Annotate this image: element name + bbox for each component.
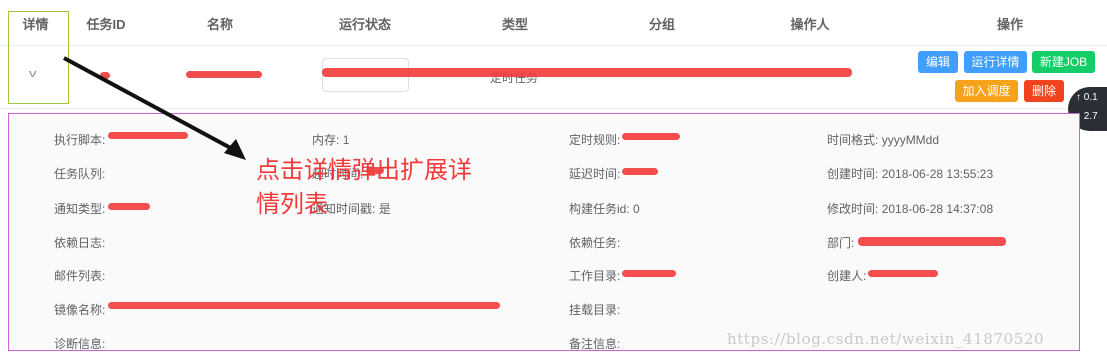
field-value: 1 <box>342 133 350 147</box>
field-label: 修改时间: <box>827 202 879 216</box>
table-header: 详情 任务ID 名称 运行状态 类型 分组 操作人 操作 <box>0 5 1107 46</box>
field-label: 诊断信息: <box>54 337 106 351</box>
delete-button[interactable]: 删除 <box>1024 80 1064 102</box>
edit-button[interactable]: 编辑 <box>918 51 958 73</box>
field-dep-log: 依赖日志: <box>54 234 105 251</box>
field-image-name: 镜像名称: <box>54 301 105 318</box>
expand-chevron-icon[interactable]: v <box>29 68 37 80</box>
redaction-mark <box>108 203 150 210</box>
field-label: 构建任务id: <box>569 202 630 216</box>
field-value: 0 <box>633 202 640 216</box>
field-modified-time: 修改时间: 2018-06-28 14:37:08 <box>827 200 993 217</box>
field-cron: 定时规则: <box>569 131 620 148</box>
redaction-mark <box>108 132 188 139</box>
field-label: 工作目录: <box>569 269 621 283</box>
field-remark: 备注信息: <box>569 335 620 352</box>
field-label: 邮件列表: <box>54 269 106 283</box>
field-label: 执行脚本: <box>54 133 106 147</box>
redaction-mark <box>858 237 1006 246</box>
col-type: 类型 <box>501 17 528 32</box>
field-notify-type: 通知类型: <box>54 200 105 217</box>
field-label: 创建人: <box>827 269 867 283</box>
up-speed: ↑ 0.1 <box>1076 92 1098 103</box>
col-group: 分组 <box>648 17 675 32</box>
field-label: 依赖任务: <box>569 236 621 250</box>
field-memory: 内存: 1 <box>312 131 349 148</box>
redaction-mark <box>622 133 680 140</box>
redaction-mark <box>108 302 500 309</box>
field-created-time: 创建时间: 2018-06-28 13:55:23 <box>827 165 993 182</box>
up-speed-value: 0.1 <box>1083 92 1098 103</box>
field-label: 备注信息: <box>569 337 621 351</box>
down-speed-value: 2.7 <box>1083 111 1098 122</box>
detail-cell-highlight <box>8 11 69 104</box>
col-status: 运行状态 <box>338 17 391 32</box>
field-label: 部门: <box>827 236 855 250</box>
field-build-task-id: 构建任务id: 0 <box>569 200 640 217</box>
field-diagnosis: 诊断信息: <box>54 335 105 352</box>
field-value: 2018-06-28 13:55:23 <box>881 167 994 181</box>
field-mount-dir: 挂载目录: <box>569 301 620 318</box>
add-schedule-button[interactable]: 加入调度 <box>955 80 1018 102</box>
field-dept: 部门: <box>827 234 854 251</box>
new-job-button[interactable]: 新建JOB <box>1032 51 1095 73</box>
field-label: 内存: <box>312 133 340 147</box>
redaction-mark <box>622 270 676 277</box>
col-operator: 操作人 <box>790 17 830 32</box>
field-value: 2018-06-28 14:37:08 <box>881 202 994 216</box>
field-mail-list: 邮件列表: <box>54 267 105 284</box>
field-queue: 任务队列: <box>54 165 105 182</box>
field-creator: 创建人: <box>827 267 866 284</box>
field-delay: 延迟时间: <box>569 165 620 182</box>
redaction-mark <box>622 168 658 175</box>
col-task-id: 任务ID <box>86 17 126 32</box>
field-label: 定时规则: <box>569 133 621 147</box>
redaction-mark <box>186 71 262 78</box>
field-label: 挂载目录: <box>569 303 621 317</box>
redaction-mark <box>100 72 110 79</box>
field-label: 依赖日志: <box>54 236 106 250</box>
run-detail-button[interactable]: 运行详情 <box>964 51 1027 73</box>
field-label: 时间格式: <box>827 133 879 147</box>
field-work-dir: 工作目录: <box>569 267 620 284</box>
redaction-mark <box>322 68 852 77</box>
annotation-line-1: 点击详情弹出扩展详 <box>256 156 472 184</box>
col-name: 名称 <box>206 17 233 32</box>
annotation-line-2: 情列表 <box>256 190 328 218</box>
watermark: https://blog.csdn.net/weixin_41870520 <box>727 330 1045 348</box>
field-label: 通知类型: <box>54 202 106 216</box>
field-label: 任务队列: <box>54 167 106 181</box>
field-label: 延迟时间: <box>569 167 621 181</box>
field-time-format: 时间格式: yyyyMMdd <box>827 131 939 148</box>
field-label: 镜像名称: <box>54 303 106 317</box>
expanded-detail-panel <box>8 113 1080 351</box>
field-value: yyyyMMdd <box>881 133 940 147</box>
field-dep-task: 依赖任务: <box>569 234 620 251</box>
annotation-text: 点击详情弹出扩展详 情列表 <box>256 153 472 221</box>
field-label: 创建时间: <box>827 167 879 181</box>
field-script: 执行脚本: <box>54 131 105 148</box>
redaction-mark <box>868 270 938 277</box>
col-actions: 操作 <box>996 17 1023 32</box>
